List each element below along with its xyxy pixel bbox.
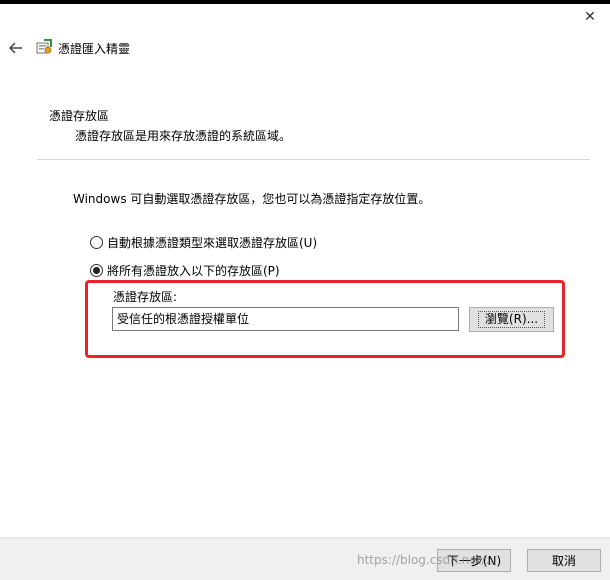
radio-label-manual: 將所有憑證放入以下的存放區(P) (107, 264, 280, 278)
watermark-text: https://blog.csdn.net/... (357, 553, 497, 567)
radio-auto-select-store[interactable]: 自動根據憑證類型來選取憑證存放區(U) (90, 234, 317, 251)
wizard-title: 憑證匯入精靈 (58, 42, 131, 56)
browse-button-label: 瀏覽(R)... (477, 311, 546, 328)
store-field-label: 憑證存放區: (113, 290, 178, 304)
back-button[interactable] (6, 38, 26, 58)
certificate-store-field[interactable]: 受信任的根憑證授權單位 (112, 307, 459, 331)
instruction-text: Windows 可自動選取憑證存放區，您也可以為憑證指定存放位置。 (73, 192, 431, 206)
section-description: 憑證存放區是用來存放憑證的系統區域。 (75, 129, 292, 143)
wizard-footer: 下一步(N) 取消 (0, 537, 610, 580)
title-bar-strip (0, 0, 610, 4)
radio-selected-dot (93, 267, 100, 274)
cancel-button-label: 取消 (551, 554, 576, 568)
radio-button-auto[interactable] (90, 236, 103, 249)
back-arrow-icon (9, 42, 22, 54)
radio-place-in-store[interactable]: 將所有憑證放入以下的存放區(P) (90, 262, 280, 279)
cancel-button[interactable]: 取消 (527, 549, 601, 572)
browse-button[interactable]: 瀏覽(R)... (469, 307, 554, 332)
section-title: 憑證存放區 (49, 109, 110, 123)
close-icon: ✕ (584, 9, 596, 25)
certificate-wizard-icon (36, 39, 52, 54)
header-separator (37, 159, 590, 160)
radio-label-auto: 自動根據憑證類型來選取憑證存放區(U) (107, 236, 318, 250)
close-button[interactable]: ✕ (578, 6, 602, 28)
radio-button-manual[interactable] (90, 264, 103, 277)
